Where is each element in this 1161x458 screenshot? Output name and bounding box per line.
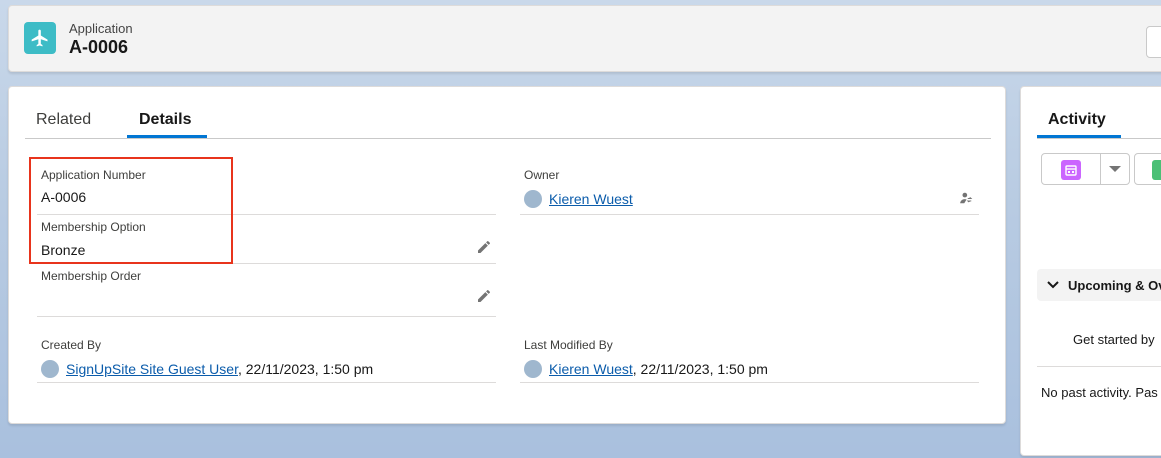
tab-details[interactable]: Details	[139, 111, 191, 129]
field-owner: Owner Kieren Wuest	[520, 165, 979, 215]
calendar-icon[interactable]	[1061, 160, 1081, 180]
highlight-box	[29, 157, 233, 264]
upcoming-label: Upcoming & Ov	[1068, 278, 1161, 293]
upcoming-overdue-section[interactable]: Upcoming & Ov	[1037, 269, 1161, 301]
no-past-activity-text: No past activity. Pas	[1041, 385, 1158, 400]
pencil-icon[interactable]	[476, 288, 492, 304]
divider	[1037, 366, 1161, 367]
created-by-user-link[interactable]: SignUpSite Site Guest User	[66, 361, 238, 377]
user-avatar-icon	[524, 190, 542, 208]
field-label: Owner	[524, 168, 560, 182]
created-by-date: , 22/11/2023, 1:50 pm	[237, 361, 374, 377]
record-header: Application A-0006	[8, 5, 1161, 72]
user-avatar-icon	[41, 360, 59, 378]
field-label: Last Modified By	[524, 338, 613, 352]
get-started-text: Get started by	[1073, 332, 1155, 347]
airplane-icon	[24, 22, 56, 54]
chevron-down-icon	[1047, 281, 1059, 289]
field-value: SignUpSite Site Guest User, 22/11/2023, …	[66, 361, 373, 377]
tab-related[interactable]: Related	[36, 111, 91, 129]
pencil-icon[interactable]	[476, 239, 492, 255]
field-last-modified-by: Last Modified By Kieren Wuest, 22/11/202…	[520, 334, 979, 383]
new-task-button[interactable]	[1134, 153, 1161, 185]
record-title: A-0006	[69, 37, 129, 57]
tab-divider	[1037, 138, 1161, 139]
active-tab-indicator	[127, 135, 207, 138]
field-label: Created By	[41, 338, 102, 352]
object-type-label: Application	[69, 21, 133, 36]
field-created-by: Created By SignUpSite Site Guest User, 2…	[37, 334, 496, 383]
field-label: Membership Order	[41, 269, 142, 283]
activity-card: Activity Upcoming & Ov Get started by No…	[1020, 86, 1161, 456]
task-icon	[1152, 160, 1161, 180]
activity-tab[interactable]: Activity	[1048, 111, 1106, 129]
chevron-down-icon[interactable]	[1108, 164, 1122, 174]
tab-bar: Related Details	[25, 87, 991, 139]
last-modified-date: , 22/11/2023, 1:50 pm	[632, 361, 768, 377]
header-action-button[interactable]	[1146, 26, 1161, 58]
field-value: Kieren Wuest, 22/11/2023, 1:50 pm	[549, 361, 768, 377]
owner-link[interactable]: Kieren Wuest	[549, 191, 633, 207]
new-event-button-group	[1041, 153, 1130, 185]
change-owner-icon[interactable]	[959, 191, 973, 205]
button-separator	[1100, 154, 1101, 184]
user-avatar-icon	[524, 360, 542, 378]
last-modified-user-link[interactable]: Kieren Wuest	[549, 361, 633, 377]
field-membership-order: Membership Order	[37, 266, 496, 317]
